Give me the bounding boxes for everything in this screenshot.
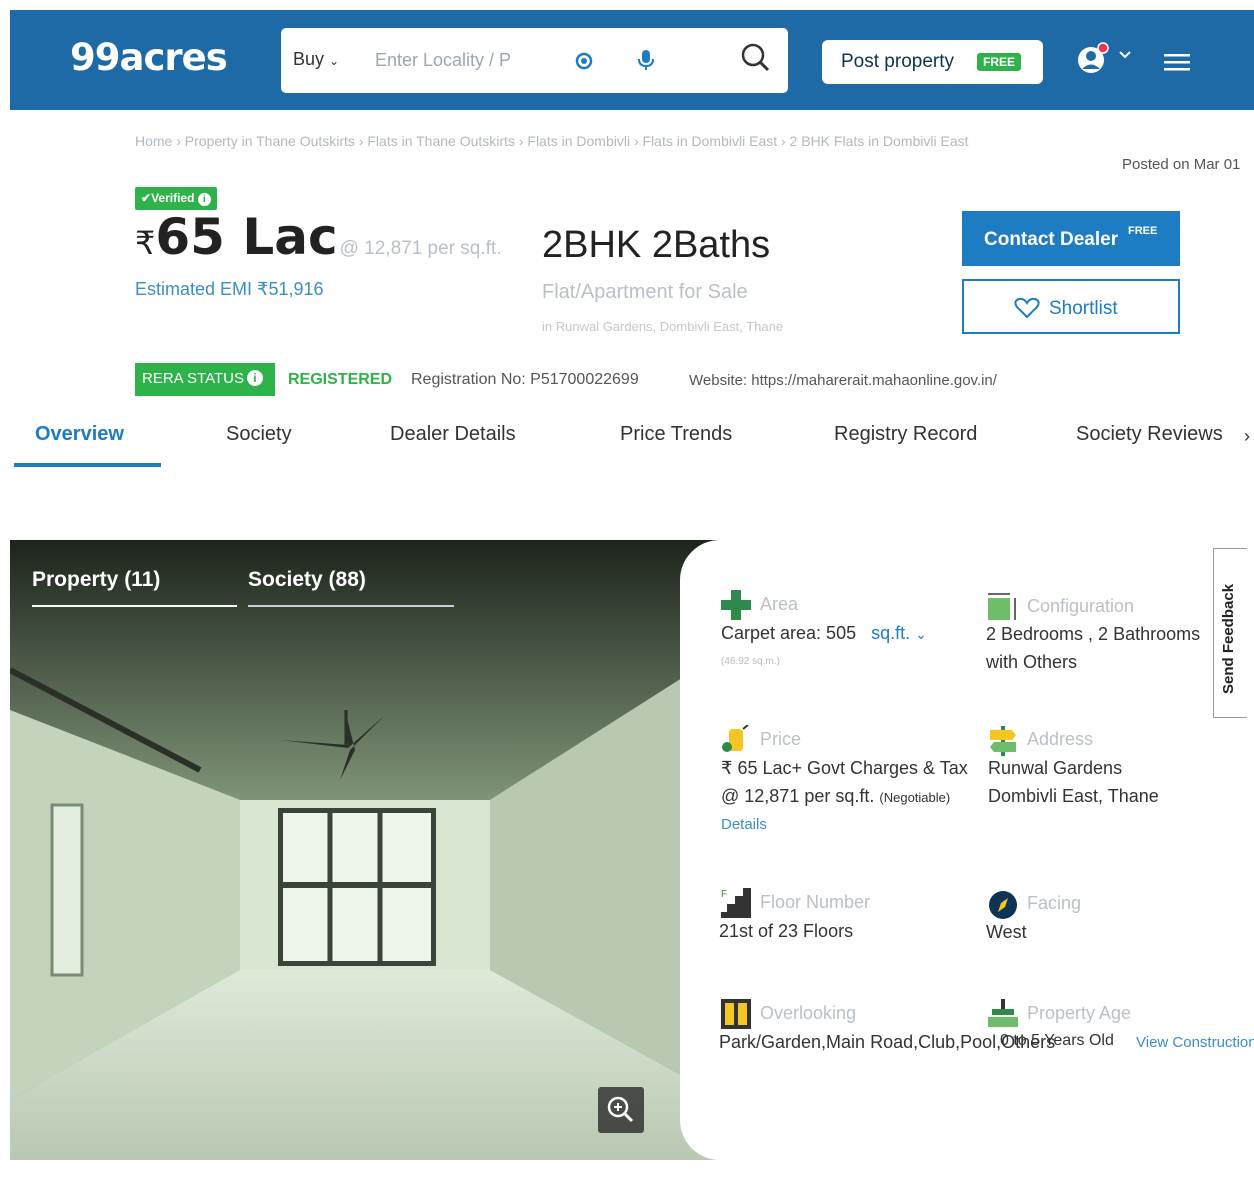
floor-value: 21st of 23 Floors bbox=[719, 921, 854, 941]
buy-dropdown[interactable]: Buy ⌄ bbox=[293, 49, 339, 70]
floor-stairs-icon: F bbox=[721, 888, 751, 918]
gallery-tab-property[interactable]: Property (11) bbox=[32, 568, 160, 592]
chevron-right-icon[interactable]: › bbox=[1244, 426, 1250, 447]
price-label: Price bbox=[760, 729, 802, 749]
price: 65 Lac bbox=[155, 208, 338, 266]
signpost-icon bbox=[990, 726, 1016, 756]
gallery-tab-society[interactable]: Society (88) bbox=[248, 568, 366, 592]
shortlist-button[interactable]: Shortlist bbox=[962, 279, 1180, 334]
info-icon: i bbox=[197, 193, 211, 206]
svg-text:F: F bbox=[721, 889, 727, 900]
address-line-1: Runwal Gardens bbox=[988, 758, 1123, 778]
address-line-2: Dombivli East, Thane bbox=[988, 786, 1159, 806]
buy-dropdown-label: Buy bbox=[293, 49, 325, 69]
price-tag-icon bbox=[722, 725, 749, 752]
area-icon bbox=[721, 590, 751, 620]
tab-price-trends[interactable]: Price Trends bbox=[620, 423, 732, 446]
area-value: Carpet area: 505 sq.ft. ⌄ bbox=[721, 623, 927, 644]
contact-dealer-button[interactable]: Contact Dealer FREE bbox=[962, 211, 1180, 266]
rera-status-badge: RERA STATUS i bbox=[135, 363, 275, 396]
posted-date: Posted on Mar 01 bbox=[1122, 156, 1241, 173]
price-value: ₹ 65 Lac+ Govt Charges & Tax bbox=[721, 758, 968, 778]
tab-society-reviews[interactable]: Society Reviews bbox=[1076, 423, 1223, 446]
active-tab-indicator bbox=[14, 463, 161, 467]
heart-icon bbox=[1014, 297, 1040, 319]
property-age-value: 0 to 5 Years Old bbox=[1000, 1032, 1114, 1049]
zoom-in-icon bbox=[607, 1096, 634, 1123]
compass-icon bbox=[989, 891, 1017, 919]
search-icon[interactable] bbox=[740, 42, 772, 74]
listing-location[interactable]: in Runwal Gardens, Dombivli East, Thane bbox=[542, 319, 783, 334]
price-per-sqft: @ 12,871 per sq.ft. bbox=[339, 238, 502, 259]
window-view-icon bbox=[721, 999, 751, 1029]
tab-society[interactable]: Society bbox=[226, 423, 292, 446]
tab-overview[interactable]: Overview bbox=[35, 423, 124, 446]
contact-dealer-label: Contact Dealer bbox=[984, 229, 1119, 250]
listing-subtitle: Flat/Apartment for Sale bbox=[542, 281, 748, 303]
hamburger-menu-icon[interactable] bbox=[1164, 52, 1192, 72]
chevron-down-icon: ⌄ bbox=[329, 54, 340, 68]
chevron-down-icon[interactable]: ⌄ bbox=[915, 626, 927, 642]
listing-title: 2BHK 2Baths bbox=[542, 224, 771, 266]
send-feedback-label: Send Feedback bbox=[1220, 583, 1237, 694]
view-construction-link[interactable]: View Construction bbox=[1136, 1034, 1254, 1051]
configuration-value: 2 Bedrooms , 2 Bathrooms bbox=[986, 624, 1201, 644]
negotiable-tag: (Negotiable) bbox=[879, 790, 951, 805]
price-block: ₹65 Lac @ 12,871 per sq.ft. bbox=[135, 208, 501, 266]
post-property-label: Post property bbox=[841, 51, 954, 72]
chevron-down-icon[interactable] bbox=[1118, 50, 1132, 60]
free-badge: FREE bbox=[1128, 225, 1158, 237]
configuration-extra: with Others bbox=[986, 652, 1078, 672]
gallery-tab-underline bbox=[32, 605, 237, 607]
rera-website[interactable]: Website: https://maharerait.mahaonline.g… bbox=[689, 372, 997, 389]
configuration-icon bbox=[988, 593, 1016, 620]
tab-registry-record[interactable]: Registry Record bbox=[834, 423, 977, 446]
location-target-icon[interactable] bbox=[573, 50, 595, 72]
area-unit-dropdown[interactable]: sq.ft. bbox=[871, 623, 910, 643]
registration-number: Registration No: P51700022699 bbox=[411, 371, 639, 388]
post-property-button[interactable]: Post property FREE bbox=[822, 40, 1043, 84]
send-feedback-button[interactable]: Send Feedback bbox=[1213, 548, 1247, 718]
logo[interactable]: 99acres bbox=[70, 36, 228, 79]
zoom-button[interactable] bbox=[598, 1087, 644, 1133]
info-icon[interactable]: i bbox=[246, 370, 263, 386]
price-details-link[interactable]: Details bbox=[721, 816, 767, 833]
gallery-tab-underline bbox=[248, 605, 454, 607]
shortlist-label: Shortlist bbox=[1049, 298, 1118, 319]
rera-registered: REGISTERED bbox=[288, 371, 393, 388]
property-age-label: Property Age bbox=[1027, 1003, 1132, 1023]
breadcrumb[interactable]: Home › Property in Thane Outskirts › Fla… bbox=[135, 133, 969, 149]
emi-link[interactable]: Estimated EMI ₹51,916 bbox=[135, 279, 324, 300]
user-account-icon[interactable] bbox=[1075, 42, 1111, 78]
area-label: Area bbox=[760, 594, 799, 614]
property-photo[interactable] bbox=[10, 540, 726, 1160]
photo-gallery[interactable]: Property (11) Society (88) bbox=[10, 540, 726, 1160]
price-per-sqft-value: @ 12,871 per sq.ft. bbox=[721, 786, 875, 806]
rera-label: RERA STATUS bbox=[142, 370, 244, 387]
address-label: Address bbox=[1027, 729, 1094, 749]
verified-badge: ✔Verified i bbox=[135, 187, 217, 210]
configuration-label: Configuration bbox=[1027, 596, 1135, 616]
area-sqm: (46.92 sq.m.) bbox=[721, 656, 780, 667]
carpet-area: Carpet area: 505 bbox=[721, 623, 857, 643]
tab-dealer-details[interactable]: Dealer Details bbox=[390, 423, 516, 446]
search-bar: Buy ⌄ Enter Locality / P bbox=[281, 28, 788, 93]
overlooking-label: Overlooking bbox=[760, 1003, 857, 1023]
facing-value: West bbox=[986, 922, 1027, 942]
building-age-icon bbox=[988, 999, 1018, 1027]
floor-label: Floor Number bbox=[760, 892, 871, 912]
free-badge: FREE bbox=[977, 53, 1022, 71]
gallery-edge bbox=[680, 540, 726, 1160]
facing-label: Facing bbox=[1027, 893, 1082, 913]
currency-symbol: ₹ bbox=[135, 225, 156, 261]
search-input[interactable]: Enter Locality / P bbox=[375, 50, 511, 71]
microphone-icon[interactable] bbox=[637, 49, 655, 71]
price-per-sqft-detail: @ 12,871 per sq.ft. (Negotiable) bbox=[721, 786, 950, 807]
verified-label: Verified bbox=[151, 191, 195, 205]
top-header: 99acres Buy ⌄ Enter Locality / P Post pr… bbox=[10, 10, 1254, 110]
